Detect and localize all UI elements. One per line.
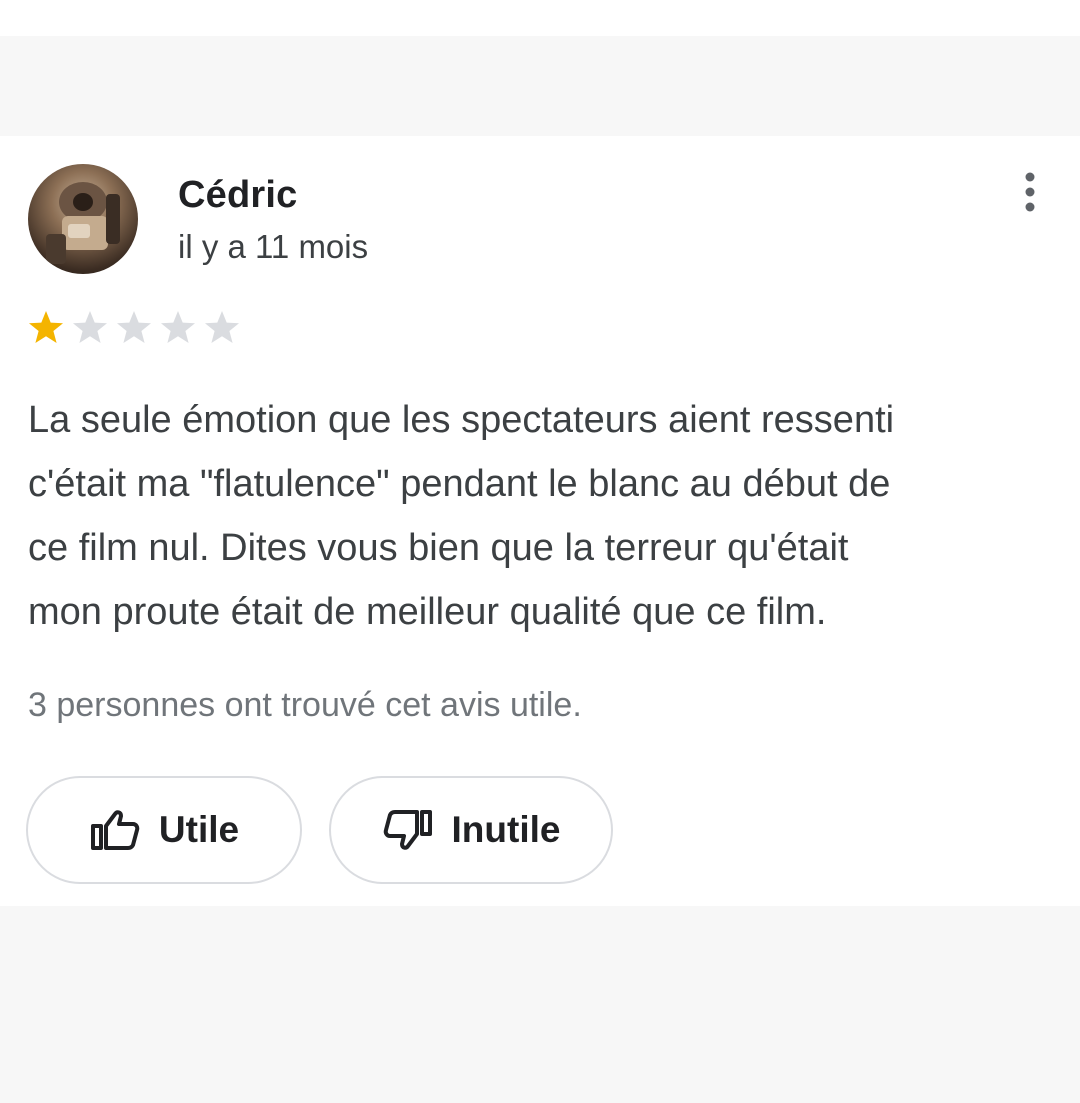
useful-label: Utile (158, 809, 240, 850)
star-filled-icon (29, 311, 63, 343)
useful-button[interactable]: Utile (26, 776, 302, 884)
star-empty-icon (117, 311, 151, 343)
review-text: La seule émotion que les spectateurs aie… (28, 388, 1048, 644)
thumb-up-icon (89, 808, 141, 852)
review-card: Cédric il y a 11 mois La seule émotion q… (0, 136, 1080, 906)
star-empty-icon (161, 311, 195, 343)
star-empty-icon (73, 311, 107, 343)
useless-label: Inutile (451, 809, 561, 850)
useless-button[interactable]: Inutile (329, 776, 613, 884)
author-name[interactable]: Cédric (178, 174, 297, 217)
avatar-photo-icon (46, 182, 120, 264)
star-empty-icon (205, 311, 239, 343)
top-band (0, 0, 1080, 36)
helpful-count: 3 personnes ont trouvé cet avis utile. (28, 686, 582, 724)
review-text-line: mon proute était de meilleur qualité que… (28, 591, 827, 633)
review-text-line: c'était ma "flatulence" pendant le blanc… (28, 463, 891, 505)
review-date: il y a 11 mois (178, 228, 369, 265)
more-vert-icon[interactable] (1012, 170, 1048, 214)
avatar[interactable] (28, 164, 138, 274)
thumb-down-icon (382, 808, 434, 852)
star-rating (26, 308, 242, 348)
review-text-line: La seule émotion que les spectateurs aie… (28, 399, 895, 441)
review-text-line: ce film nul. Dites vous bien que la terr… (28, 527, 849, 569)
